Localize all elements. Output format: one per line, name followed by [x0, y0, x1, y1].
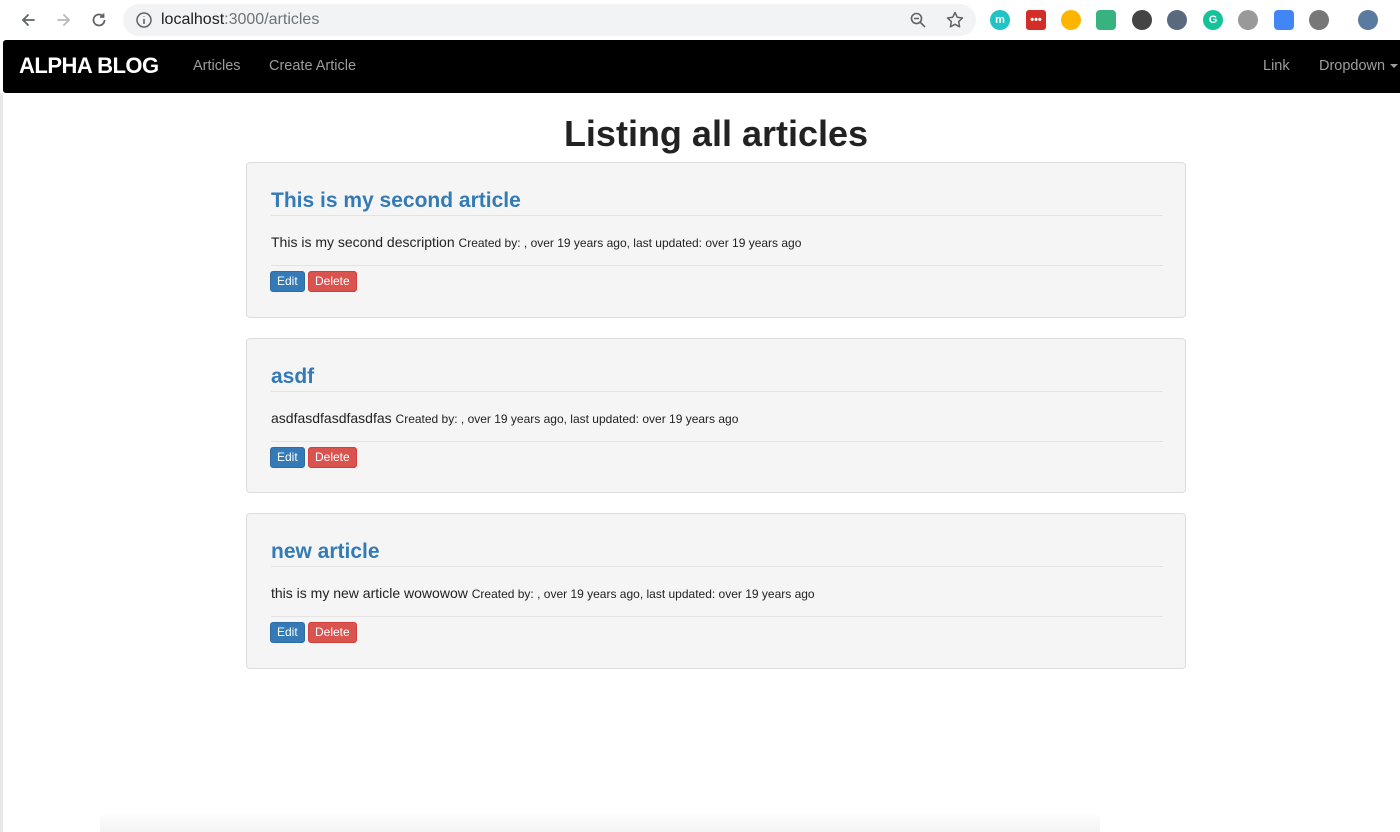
url-text[interactable]: localhost:3000/articles: [161, 11, 319, 29]
privacy-badger-icon[interactable]: [1167, 10, 1187, 30]
window-edge: [0, 93, 3, 832]
article-description-text: this is my new article wowowow: [271, 585, 468, 601]
browser-toolbar: localhost:3000/articles m ••• G: [0, 0, 1400, 40]
reload-button[interactable]: [87, 8, 111, 32]
article-description-text: asdfasdfasdfasdfas: [271, 410, 392, 426]
color-picker-icon[interactable]: [1061, 10, 1081, 30]
article-card: new article this is my new article wowowo…: [246, 513, 1186, 669]
caret-down-icon: [1390, 64, 1399, 69]
nav-link-create-article[interactable]: Create Article: [269, 57, 356, 75]
article-meta: Created by: , over 19 years ago, last up…: [458, 236, 802, 250]
article-meta: Created by: , over 19 years ago, last up…: [471, 587, 815, 601]
edit-button[interactable]: Edit: [270, 271, 305, 292]
article-description: this is my new article wowowow Created b…: [271, 584, 815, 603]
article-card: asdf asdfasdfasdfasdfas Created by: , ove…: [246, 338, 1186, 493]
brand-logo[interactable]: ALPHA BLOG: [19, 53, 159, 79]
grammarly-icon-glyph: G: [1208, 14, 1218, 26]
meta-divider: [271, 616, 1163, 617]
meta-divider: [271, 441, 1163, 442]
nav-dropdown-label: Dropdown: [1319, 58, 1386, 74]
article-title-link[interactable]: new article: [271, 539, 380, 565]
nav-link-articles[interactable]: Articles: [193, 57, 241, 75]
title-divider: [271, 215, 1163, 216]
lastpass-icon-glyph: •••: [1030, 14, 1042, 26]
back-button[interactable]: [16, 8, 40, 32]
article-title-link[interactable]: asdf: [271, 364, 314, 390]
zoom-icon[interactable]: [909, 11, 927, 29]
bracket-extension-icon[interactable]: [1274, 10, 1294, 30]
arrow-right-icon: [57, 14, 71, 26]
dark-reader-icon[interactable]: [1132, 10, 1152, 30]
article-title-link[interactable]: This is my second article: [271, 188, 521, 214]
grammarly-icon[interactable]: G: [1203, 10, 1223, 30]
nav-link-link[interactable]: Link: [1263, 57, 1290, 75]
article-description: This is my second description Created by…: [271, 233, 801, 252]
app-navbar: ALPHA BLOG Articles Create Article Link …: [3, 40, 1400, 93]
forward-button[interactable]: [52, 8, 76, 32]
delete-button[interactable]: Delete: [308, 271, 357, 292]
power-icon[interactable]: [1238, 10, 1258, 30]
edit-button[interactable]: Edit: [270, 622, 305, 643]
nav-dropdown[interactable]: Dropdown: [1319, 57, 1399, 75]
article-meta: Created by: , over 19 years ago, last up…: [395, 412, 739, 426]
puzzle-extension-icon[interactable]: [1309, 10, 1329, 30]
mercury-icon-glyph: m: [995, 14, 1005, 26]
bookmark-star-icon[interactable]: [945, 10, 965, 30]
title-divider: [271, 391, 1163, 392]
article-card: This is my second article This is my seco…: [246, 162, 1186, 318]
edit-button[interactable]: Edit: [270, 447, 305, 468]
title-divider: [271, 566, 1163, 567]
lastpass-icon[interactable]: •••: [1026, 10, 1046, 30]
address-bar[interactable]: localhost:3000/articles: [123, 4, 976, 36]
meta-divider: [271, 265, 1163, 266]
reload-icon: [92, 13, 106, 27]
mercury-icon[interactable]: m: [990, 10, 1010, 30]
article-description-text: This is my second description: [271, 234, 455, 250]
bottom-shadow: [100, 812, 1100, 832]
arrow-left-icon: [21, 14, 35, 26]
page-title: Listing all articles: [563, 113, 869, 154]
info-icon[interactable]: [135, 11, 153, 29]
delete-button[interactable]: Delete: [308, 622, 357, 643]
delete-button[interactable]: Delete: [308, 447, 357, 468]
screen-capture-icon[interactable]: [1096, 10, 1116, 30]
profile-avatar-icon[interactable]: [1358, 10, 1378, 30]
article-description: asdfasdfasdfasdfas Created by: , over 19…: [271, 409, 738, 428]
